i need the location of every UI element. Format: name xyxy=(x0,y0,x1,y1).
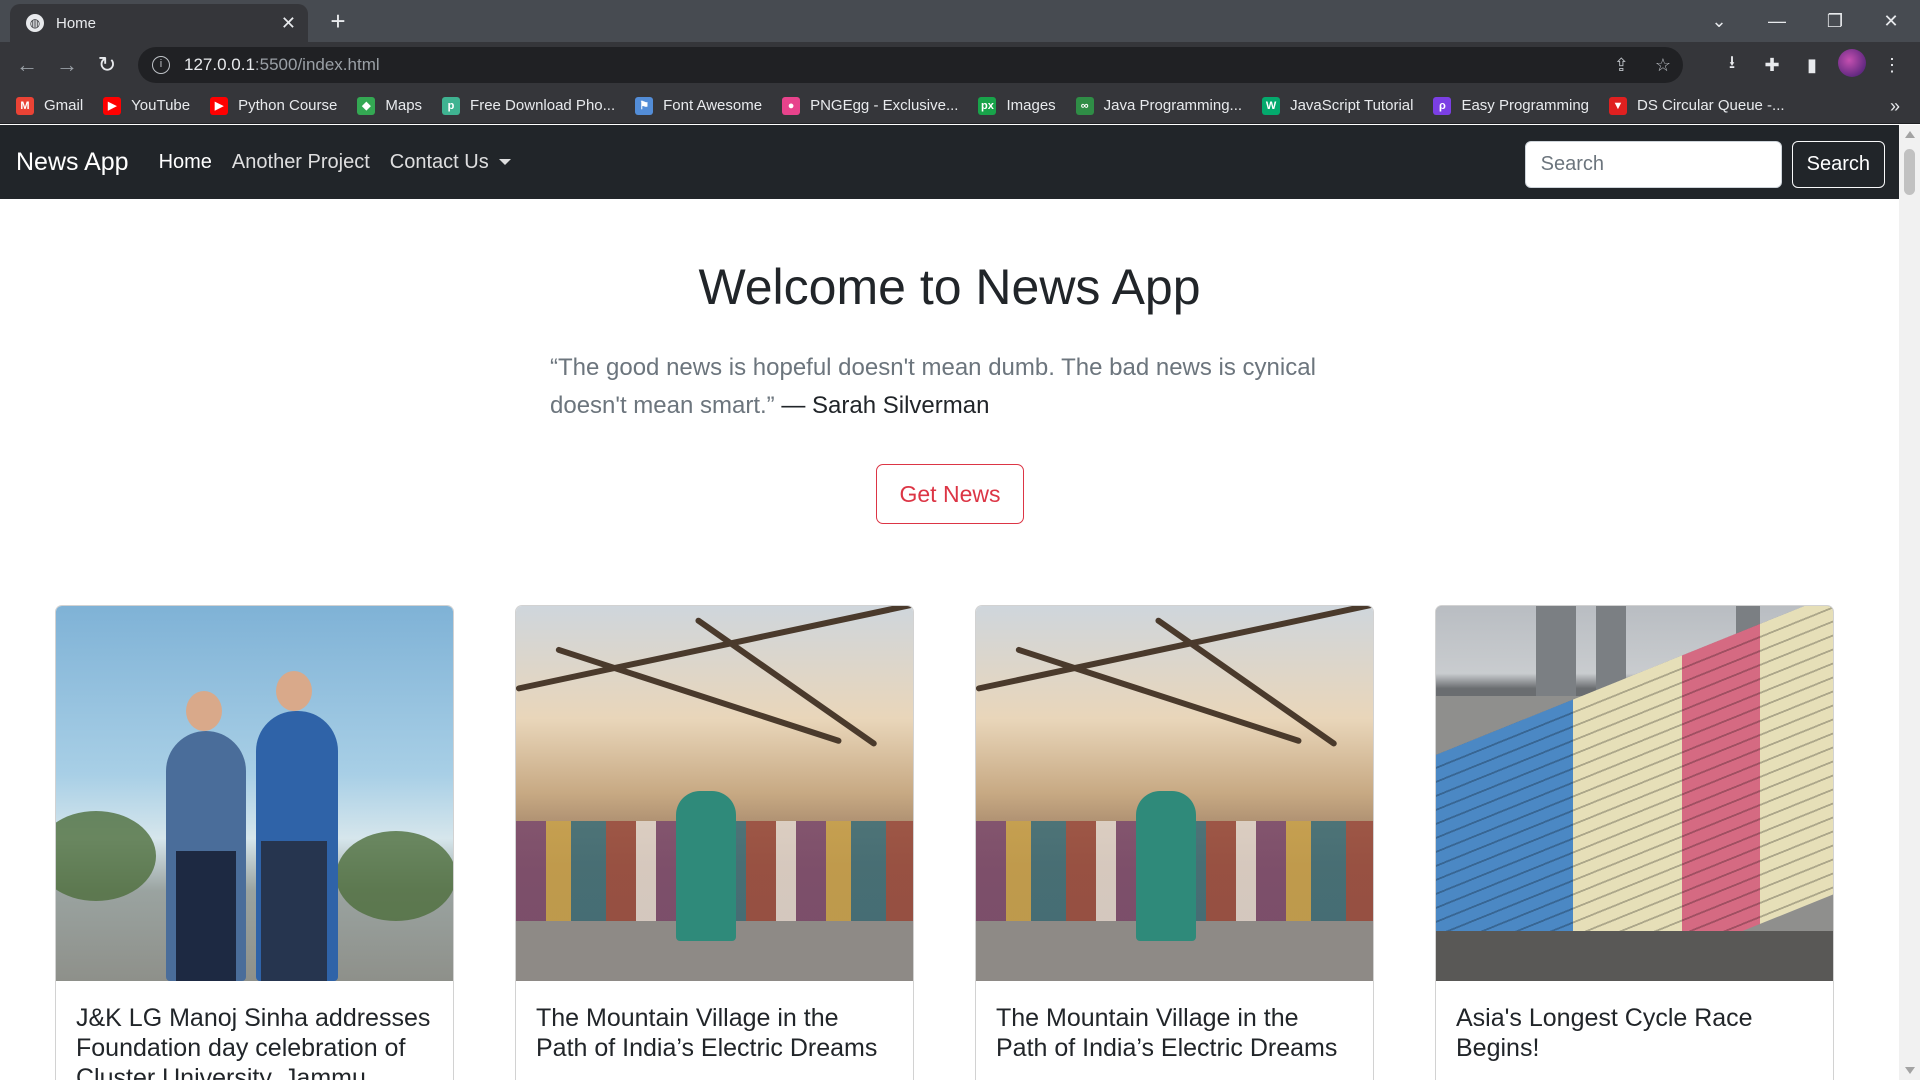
hero-quote: “The good news is hopeful doesn't mean d… xyxy=(550,349,1320,425)
triangle-icon: ▼ xyxy=(1609,96,1627,115)
egg-icon: ● xyxy=(782,96,801,115)
restore-icon[interactable]: ❐ xyxy=(1806,0,1864,42)
reload-icon[interactable]: ↻ xyxy=(92,50,122,80)
bookmark-item[interactable]: ◆ Maps xyxy=(357,96,423,115)
address-bar[interactable]: i 127.0.0.1:5500/index.html ⇪ ☆ xyxy=(138,47,1683,83)
search-input[interactable] xyxy=(1524,141,1782,188)
youtube-icon: ▶ xyxy=(210,96,229,115)
url-path: :5500/index.html xyxy=(254,55,380,74)
bookmark-item[interactable]: p Free Download Pho... xyxy=(442,96,616,115)
browser-tabstrip: ◍ Home ✕ + ⌄ — ❐ ✕ xyxy=(0,0,1920,42)
profile-avatar[interactable] xyxy=(1832,48,1872,82)
news-image xyxy=(1436,606,1833,981)
bookmark-star-icon[interactable]: ☆ xyxy=(1655,55,1671,76)
bookmark-item[interactable]: ρ Easy Programming xyxy=(1433,96,1589,115)
nav-home[interactable]: Home xyxy=(159,151,212,174)
tab-title: Home xyxy=(56,14,97,32)
tab-search-icon[interactable]: ⌄ xyxy=(1690,0,1748,42)
bookmark-label: Java Programming... xyxy=(1103,97,1243,114)
bookmark-label: Font Awesome xyxy=(663,97,763,114)
page-title: Welcome to News App xyxy=(698,259,1201,315)
minimize-icon[interactable]: — xyxy=(1748,0,1806,42)
share-icon[interactable]: ⇪ xyxy=(1614,55,1629,76)
bookmark-label: DS Circular Queue -... xyxy=(1637,97,1785,114)
download-icon[interactable]: ⭳ xyxy=(1712,50,1752,80)
extensions-icon[interactable]: ✚ xyxy=(1752,55,1792,76)
close-window-icon[interactable]: ✕ xyxy=(1862,0,1920,42)
bookmarks-bar: M Gmail ▶ YouTube ▶ Python Course ◆ Maps p Free D… xyxy=(0,88,1920,124)
nav-search-form: Search xyxy=(1524,141,1885,188)
page-scrollbar[interactable] xyxy=(1899,125,1920,1080)
new-tab-button[interactable]: + xyxy=(322,6,354,38)
news-card-title: The Mountain Village in the Path of Indi… xyxy=(536,1004,878,1062)
bookmark-label: Images xyxy=(1006,97,1056,114)
news-card-title: The Mountain Village in the Path of Indi… xyxy=(996,1004,1338,1062)
bookmark-label: Gmail xyxy=(44,97,84,114)
photo-icon: p xyxy=(442,96,461,115)
globe-icon: ◍ xyxy=(26,14,44,32)
bookmark-item[interactable]: ▶ YouTube xyxy=(103,96,191,115)
px-icon: px xyxy=(978,96,997,115)
gfg-icon: ∞ xyxy=(1075,96,1094,115)
news-card-title: J&K LG Manoj Sinha addresses Foundation … xyxy=(76,1004,431,1080)
news-image xyxy=(516,606,913,981)
bookmark-item[interactable]: ▼ DS Circular Queue -... xyxy=(1609,96,1785,115)
bookmark-item[interactable]: ▶ Python Course xyxy=(210,96,338,115)
scrollbar-thumb[interactable] xyxy=(1904,149,1915,195)
bookmark-label: YouTube xyxy=(131,97,191,114)
bookmark-item[interactable]: ∞ Java Programming... xyxy=(1075,96,1243,115)
bookmark-item[interactable]: ⚑ Font Awesome xyxy=(635,96,763,115)
bookmark-item[interactable]: ● PNGEgg - Exclusive... xyxy=(782,96,959,115)
nav-contact-label: Contact Us xyxy=(389,150,489,173)
bookmark-label: Maps xyxy=(385,97,423,114)
search-button[interactable]: Search xyxy=(1791,141,1885,188)
brand-link[interactable]: News App xyxy=(16,148,129,177)
ep-icon: ρ xyxy=(1433,96,1452,115)
news-image xyxy=(976,606,1373,981)
more-bookmarks-icon[interactable]: » xyxy=(1890,88,1900,124)
news-image xyxy=(56,606,453,981)
flag-icon: ⚑ xyxy=(635,96,654,115)
scroll-up-icon[interactable] xyxy=(1905,131,1915,138)
back-icon[interactable]: ← xyxy=(12,50,42,80)
news-card[interactable]: J&K LG Manoj Sinha addresses Foundation … xyxy=(55,605,454,1080)
bookmark-label: JavaScript Tutorial xyxy=(1290,97,1414,114)
caret-down-icon xyxy=(498,159,511,165)
bookmark-item[interactable]: M Gmail xyxy=(16,96,84,115)
news-card[interactable]: The Mountain Village in the Path of Indi… xyxy=(515,605,914,1080)
bookmark-label: Python Course xyxy=(238,97,338,114)
app-navbar: News App Home Another Project Contact Us… xyxy=(0,125,1899,199)
nav-another-project[interactable]: Another Project xyxy=(232,151,370,174)
browser-tab[interactable]: ◍ Home ✕ xyxy=(10,4,308,42)
menu-icon[interactable]: ⋮ xyxy=(1872,55,1912,76)
url-host: 127.0.0.1 xyxy=(184,55,255,74)
news-card-title: Asia's Longest Cycle Race Begins! xyxy=(1456,1004,1753,1062)
scroll-down-icon[interactable] xyxy=(1905,1067,1915,1074)
youtube-icon: ▶ xyxy=(103,96,122,115)
w3-icon: W xyxy=(1262,96,1281,115)
quote-author: — Sarah Silverman xyxy=(781,392,990,419)
maps-icon: ◆ xyxy=(357,96,376,115)
bookmark-label: PNGEgg - Exclusive... xyxy=(810,97,959,114)
nav-contact-dropdown[interactable]: Contact Us xyxy=(390,151,511,174)
page: News App Home Another Project Contact Us… xyxy=(0,125,1899,1080)
news-card[interactable]: The Mountain Village in the Path of Indi… xyxy=(975,605,1374,1080)
side-panel-icon[interactable]: ▮ xyxy=(1792,55,1832,76)
forward-icon[interactable]: → xyxy=(52,50,82,80)
close-tab-icon[interactable]: ✕ xyxy=(281,13,296,34)
get-news-button[interactable]: Get News xyxy=(876,464,1024,524)
news-card-grid: J&K LG Manoj Sinha addresses Foundation … xyxy=(55,605,1835,1080)
bookmark-label: Free Download Pho... xyxy=(470,97,616,114)
gmail-icon: M xyxy=(16,96,34,115)
bookmark-item[interactable]: px Images xyxy=(978,96,1056,115)
news-card[interactable]: Asia's Longest Cycle Race Begins! xyxy=(1435,605,1834,1080)
browser-toolbar: ← → ↻ i 127.0.0.1:5500/index.html ⇪ ☆ ⭳ … xyxy=(0,42,1920,88)
bookmark-label: Easy Programming xyxy=(1461,97,1589,114)
bookmark-item[interactable]: W JavaScript Tutorial xyxy=(1262,96,1414,115)
site-info-icon[interactable]: i xyxy=(152,56,170,74)
